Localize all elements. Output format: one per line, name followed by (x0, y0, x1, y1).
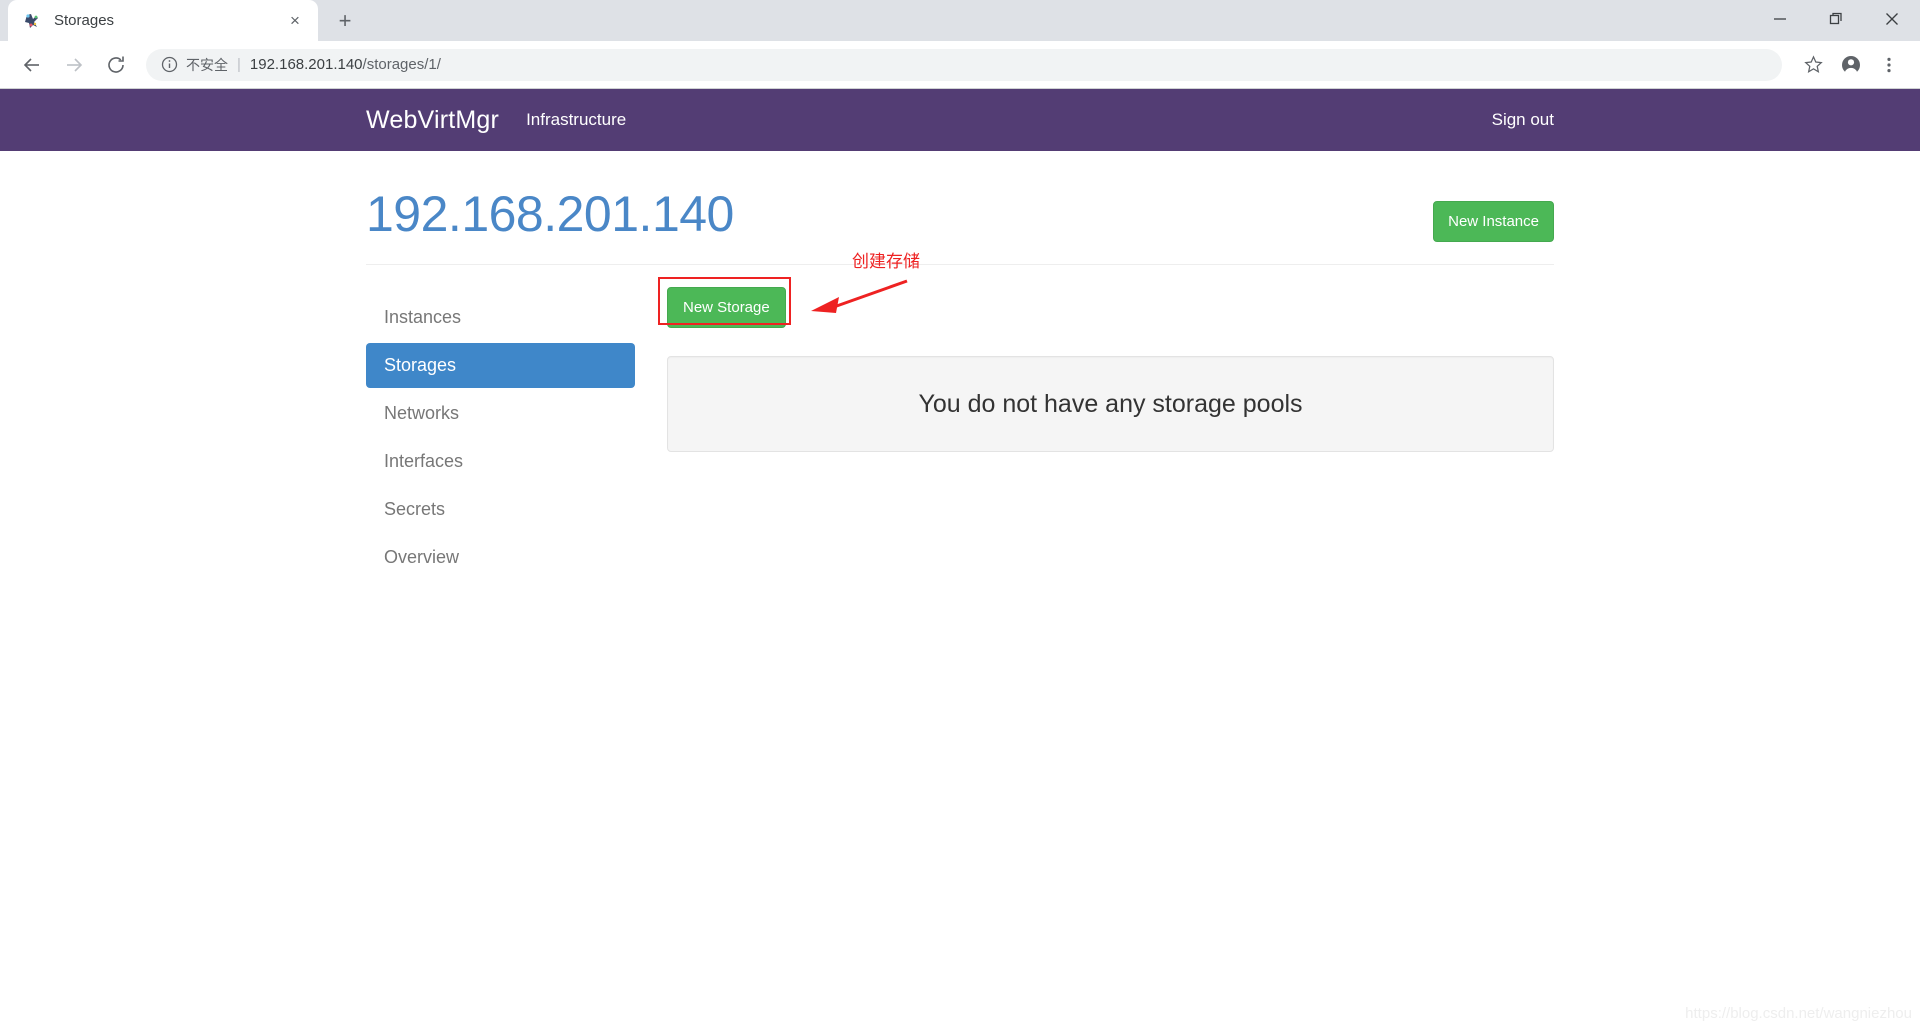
new-instance-button[interactable]: New Instance (1433, 201, 1554, 242)
nav-link-infrastructure[interactable]: Infrastructure (526, 110, 626, 130)
tab-strip: Storages × + (0, 0, 1920, 41)
address-bar[interactable]: 不安全 | 192.168.201.140/storages/1/ (146, 48, 1782, 81)
page-viewport: WebVirtMgr Infrastructure Sign out 192.1… (0, 89, 1920, 1030)
annotation-arrow-icon (811, 279, 908, 313)
back-arrow-icon[interactable] (14, 47, 50, 83)
sidebar-item-overview[interactable]: Overview (366, 535, 635, 580)
sidebar-item-secrets[interactable]: Secrets (366, 487, 635, 532)
omnibox-separator: | (237, 56, 241, 73)
sign-out-link[interactable]: Sign out (1492, 110, 1554, 129)
minimize-icon[interactable] (1752, 0, 1808, 37)
watermark-text: https://blog.csdn.net/wangniezhou (1685, 1005, 1912, 1022)
reload-icon[interactable] (98, 47, 134, 83)
window-controls (1752, 0, 1920, 37)
app-brand[interactable]: WebVirtMgr (366, 106, 499, 135)
forward-arrow-icon[interactable] (56, 47, 92, 83)
empty-state-text: You do not have any storage pools (918, 389, 1303, 418)
new-storage-button[interactable]: New Storage (667, 287, 786, 328)
sidebar-item-interfaces[interactable]: Interfaces (366, 439, 635, 484)
page-title: 192.168.201.140 (366, 186, 734, 242)
new-tab-button[interactable]: + (328, 4, 362, 38)
browser-tab-storages[interactable]: Storages × (8, 0, 318, 41)
annotation-text: 创建存储 (852, 252, 920, 271)
sidebar-item-storages[interactable]: Storages (366, 343, 635, 388)
empty-state-panel: You do not have any storage pools (667, 356, 1554, 452)
page-container: 192.168.201.140 New Instance Instances S… (366, 151, 1554, 583)
tab-title: Storages (54, 12, 115, 29)
sidebar-item-networks[interactable]: Networks (366, 391, 635, 436)
webvirtmgr-favicon-icon (22, 11, 42, 31)
nav-right: Sign out (1492, 110, 1554, 130)
browser-toolbar: 不安全 | 192.168.201.140/storages/1/ (0, 41, 1920, 89)
header-divider (366, 264, 1554, 265)
star-icon[interactable] (1796, 48, 1830, 82)
security-status-text: 不安全 (186, 56, 228, 73)
close-icon[interactable] (1864, 0, 1920, 37)
sidebar-nav: Instances Storages Networks Interfaces S… (366, 287, 635, 583)
content-row: Instances Storages Networks Interfaces S… (366, 252, 1554, 583)
info-circle-icon[interactable] (160, 56, 178, 74)
url-path: /storages/1/ (362, 56, 441, 73)
tab-close-icon[interactable]: × (284, 10, 306, 32)
main-column: New Storage 创建存储 You do not have any sto… (635, 252, 1554, 583)
app-navbar: WebVirtMgr Infrastructure Sign out (0, 89, 1920, 151)
url-text: 192.168.201.140/storages/1/ (250, 56, 441, 73)
page-header: 192.168.201.140 New Instance (366, 187, 1554, 242)
sidebar-item-instances[interactable]: Instances (366, 295, 635, 340)
account-avatar-icon[interactable] (1834, 48, 1868, 82)
restore-icon[interactable] (1808, 0, 1864, 37)
navbar-inner: WebVirtMgr Infrastructure Sign out (366, 89, 1554, 151)
three-dots-menu-icon[interactable] (1872, 48, 1906, 82)
browser-chrome: Storages × + (0, 0, 1920, 41)
url-host: 192.168.201.140 (249, 56, 363, 73)
storage-toolbar: New Storage 创建存储 (658, 252, 1554, 343)
